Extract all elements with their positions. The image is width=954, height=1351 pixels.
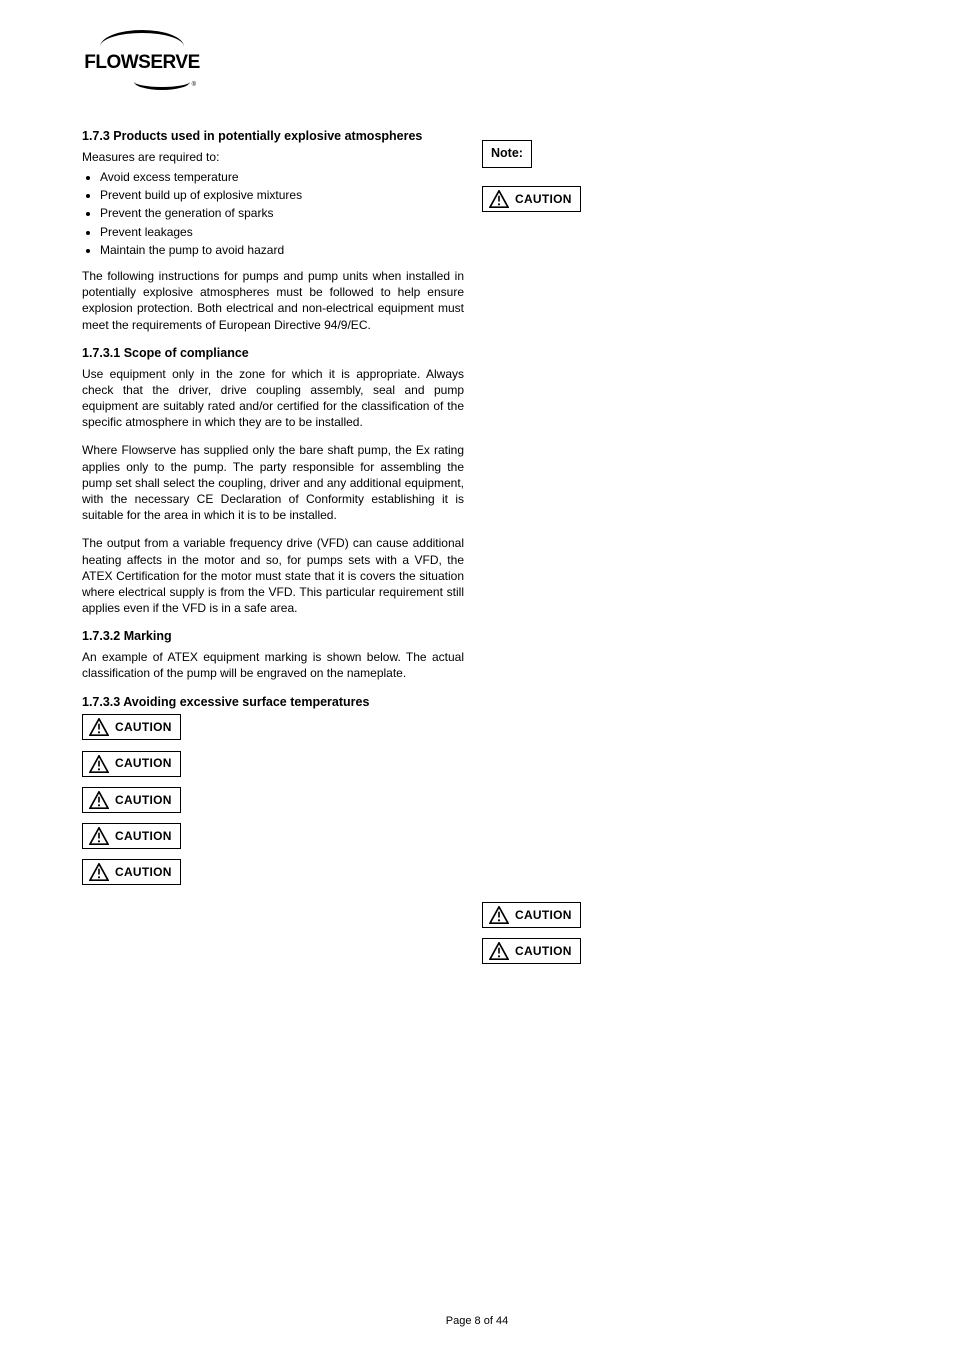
caution-label: CAUTION [115,792,172,808]
logo-arc-bottom [134,70,190,90]
para: An example of ATEX equipment marking is … [82,649,464,681]
warning-triangle-icon [89,718,109,736]
heading-1-7-3-1: 1.7.3.1 Scope of compliance [82,345,464,362]
warning-triangle-icon [89,827,109,845]
warning-triangle-icon [89,791,109,809]
caution-box: CAUTION [482,186,581,212]
para: Use equipment only in the zone for which… [82,366,464,431]
caution-label: CAUTION [515,191,572,207]
registered-mark: ® [192,82,196,88]
caution-box: CAUTION [482,902,581,928]
caution-label: CAUTION [515,943,572,959]
para: Measures are required to: [82,149,464,165]
caution-label: CAUTION [115,719,172,735]
caution-label: CAUTION [115,864,172,880]
caution-box: CAUTION [82,787,181,813]
bullet-list: Avoid excess temperature Prevent build u… [82,169,464,258]
bullet-item: Prevent the generation of sparks [100,205,464,221]
heading-1-7-3: 1.7.3 Products used in potentially explo… [82,128,464,145]
bullet-item: Prevent build up of explosive mixtures [100,187,464,203]
warning-triangle-icon [489,942,509,960]
para: The following instructions for pumps and… [82,268,464,333]
warning-triangle-icon [489,190,509,208]
bullet-item: Maintain the pump to avoid hazard [100,242,464,258]
brand-logo: FLOWSERVE ® [82,30,202,90]
heading-1-7-3-3: 1.7.3.3 Avoiding excessive surface tempe… [82,694,464,711]
caution-box: CAUTION [82,823,181,849]
caution-label: CAUTION [515,907,572,923]
para: The output from a variable frequency dri… [82,535,464,616]
bullet-item: Prevent leakages [100,224,464,240]
bullet-item: Avoid excess temperature [100,169,464,185]
heading-1-7-3-2: 1.7.3.2 Marking [82,628,464,645]
warning-triangle-icon [89,863,109,881]
page-footer: Page 8 of 44 [0,1315,954,1327]
caution-box: CAUTION [82,859,181,885]
note-box: Note: [482,140,532,168]
warning-triangle-icon [89,755,109,773]
caution-box: CAUTION [82,751,181,777]
caution-label: CAUTION [115,828,172,844]
page-number: Page 8 of 44 [446,1315,508,1327]
warning-triangle-icon [489,906,509,924]
para: Where Flowserve has supplied only the ba… [82,442,464,523]
caution-label: CAUTION [115,755,172,771]
caution-box: CAUTION [82,714,181,740]
caution-box: CAUTION [482,938,581,964]
